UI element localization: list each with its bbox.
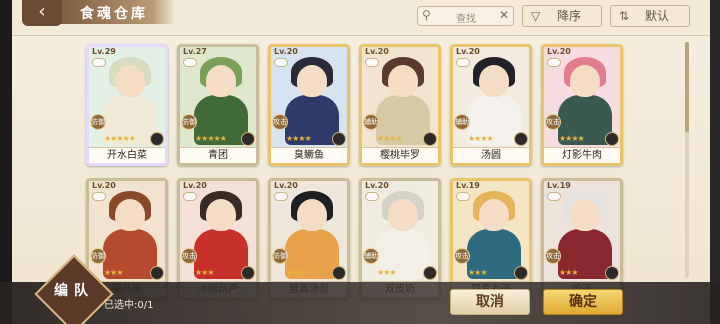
team-label: 编队 [54, 283, 94, 299]
bond-icon [92, 192, 106, 201]
character-name: 青团 [180, 147, 256, 163]
level-label: Lv.19 [547, 181, 571, 190]
role-icon: 辅助 [363, 114, 379, 130]
star-rating: ★★★ [104, 268, 123, 277]
character-card[interactable]: Lv.20 攻击 ★★★★ 灯影牛肉 [541, 44, 623, 166]
role-icon: 攻击 [272, 114, 288, 130]
search-input[interactable]: ⚲ 查找 ✕ [417, 6, 514, 26]
character-card[interactable]: Lv.20 辅助 ★★★★ 樱桃毕罗 [359, 44, 441, 166]
character-name: 臭鳜鱼 [271, 147, 347, 163]
sort-order-label: 降序 [557, 9, 582, 23]
role-icon: 辅助 [363, 248, 379, 264]
element-icon [241, 266, 255, 280]
bond-icon [365, 192, 379, 201]
level-label: Lv.20 [365, 47, 389, 56]
role-icon: 防御 [272, 248, 288, 264]
star-rating: ★★★★ [468, 134, 494, 143]
element-icon [150, 266, 164, 280]
element-icon [241, 132, 255, 146]
level-label: Lv.20 [183, 181, 207, 190]
star-rating: ★★★ [286, 268, 305, 277]
bond-icon [456, 192, 470, 201]
role-icon: 防御 [90, 114, 106, 130]
star-rating: ★★★★★ [104, 134, 136, 143]
sort-arrow-icon: ▽ [531, 9, 541, 23]
card-grid: Lv.29 防御 ★★★★★ 开水白菜 Lv.27 防御 ★★★★★ 青团 Lv… [86, 44, 626, 300]
role-icon: 辅助 [454, 114, 470, 130]
bond-icon [183, 58, 197, 67]
level-label: Lv.20 [365, 181, 389, 190]
bond-icon [365, 58, 379, 67]
character-name: 开水白菜 [89, 147, 165, 163]
element-icon [423, 266, 437, 280]
role-icon: 攻击 [545, 248, 561, 264]
sort-order-button[interactable]: ▽ 降序 [522, 5, 602, 27]
role-icon: 防御 [181, 114, 197, 130]
star-rating: ★★★ [468, 268, 487, 277]
level-label: Lv.27 [183, 47, 207, 56]
back-arrow-icon: ‹ [38, 1, 46, 22]
role-icon: 攻击 [454, 248, 470, 264]
sort-default-button[interactable]: ⇅ 默认 [610, 5, 690, 27]
level-label: Lv.20 [456, 47, 480, 56]
character-name: 灯影牛肉 [544, 147, 620, 163]
star-rating: ★★★ [559, 268, 578, 277]
left-edge [0, 0, 12, 324]
bond-icon [456, 58, 470, 67]
element-icon [423, 132, 437, 146]
level-label: Lv.20 [274, 181, 298, 190]
search-placeholder: 查找 [456, 14, 476, 25]
bond-icon [547, 192, 561, 201]
star-rating: ★★★ [377, 268, 396, 277]
element-icon [150, 132, 164, 146]
bond-icon [547, 58, 561, 67]
element-icon [514, 132, 528, 146]
level-label: Lv.20 [274, 47, 298, 56]
character-name: 汤圆 [453, 147, 529, 163]
star-rating: ★★★★ [286, 134, 312, 143]
bond-icon [274, 192, 288, 201]
element-icon [332, 266, 346, 280]
character-card[interactable]: Lv.29 防御 ★★★★★ 开水白菜 [86, 44, 168, 166]
bond-icon [92, 58, 106, 67]
back-button[interactable]: ‹ [22, 0, 62, 26]
star-rating: ★★★★★ [195, 134, 227, 143]
level-label: Lv.19 [456, 181, 480, 190]
page-title: 食魂仓库 [80, 6, 148, 22]
confirm-button[interactable]: 确定 [543, 289, 623, 315]
clear-icon[interactable]: ✕ [499, 8, 509, 22]
sort-toggle-icon: ⇅ [619, 9, 630, 23]
star-rating: ★★★★ [377, 134, 403, 143]
bond-icon [274, 58, 288, 67]
role-icon: 防御 [90, 248, 106, 264]
right-edge [710, 0, 720, 324]
character-card[interactable]: Lv.27 防御 ★★★★★ 青团 [177, 44, 259, 166]
element-icon [514, 266, 528, 280]
role-icon: 攻击 [545, 114, 561, 130]
role-icon: 攻击 [181, 248, 197, 264]
level-label: Lv.20 [547, 47, 571, 56]
element-icon [332, 132, 346, 146]
level-label: Lv.20 [92, 181, 116, 190]
level-label: Lv.29 [92, 47, 116, 56]
search-icon: ⚲ [422, 8, 431, 22]
scrollbar-thumb[interactable] [685, 42, 689, 132]
element-icon [605, 132, 619, 146]
character-name: 樱桃毕罗 [362, 147, 438, 163]
star-rating: ★★★★ [559, 134, 585, 143]
bond-icon [183, 192, 197, 201]
cancel-button[interactable]: 取消 [450, 289, 530, 315]
selected-count: 已选中:0/1 [104, 300, 154, 311]
character-card[interactable]: Lv.20 攻击 ★★★★ 臭鳜鱼 [268, 44, 350, 166]
character-card[interactable]: Lv.20 辅助 ★★★★ 汤圆 [450, 44, 532, 166]
star-rating: ★★★ [195, 268, 214, 277]
element-icon [605, 266, 619, 280]
sort-default-label: 默认 [645, 9, 670, 23]
